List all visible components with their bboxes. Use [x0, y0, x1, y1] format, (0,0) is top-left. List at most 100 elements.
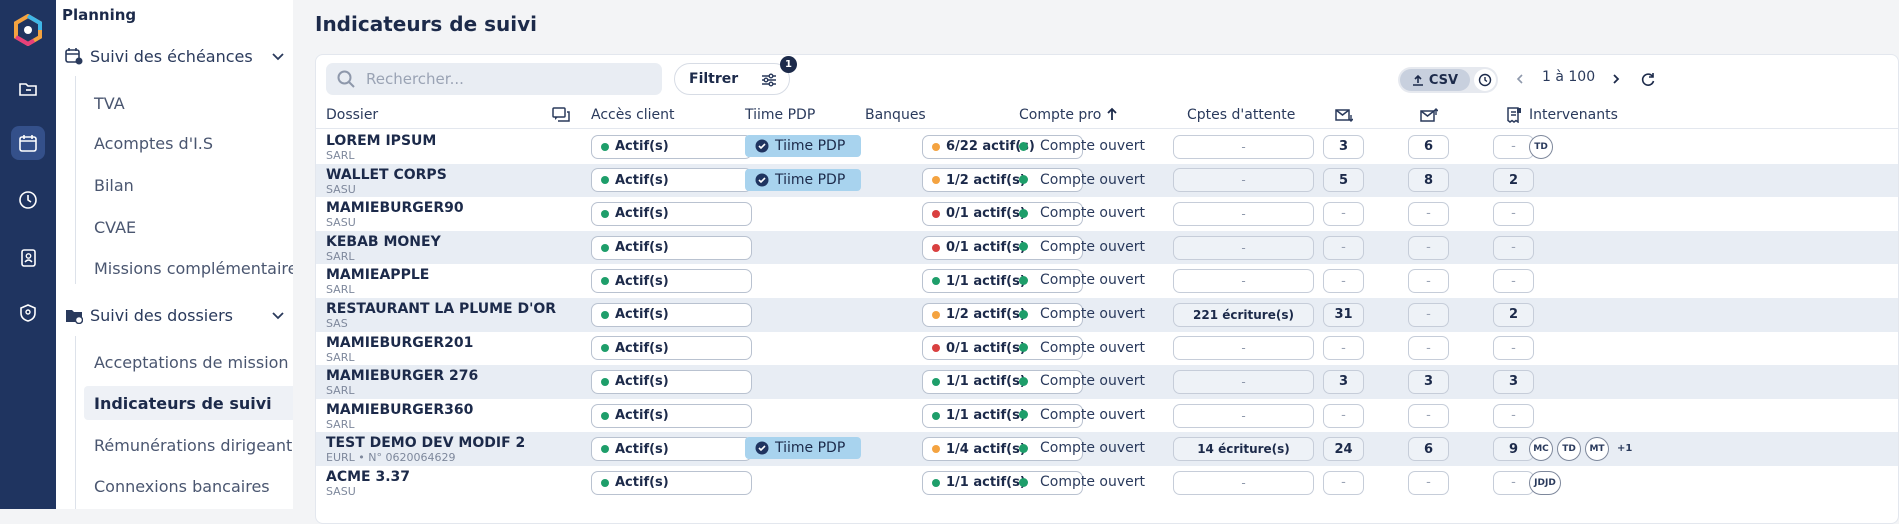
user-shield-nav-icon[interactable]: [11, 296, 45, 330]
table-row[interactable]: MAMIEBURGER90 SASU Actif(s) 0/1 actif(s) Com…: [316, 197, 1898, 231]
count-pill-c2[interactable]: 3: [1408, 369, 1449, 394]
comptes-attente-pill[interactable]: -: [1173, 336, 1314, 361]
count-pill-c1[interactable]: -: [1323, 403, 1364, 428]
comptes-attente-pill[interactable]: -: [1173, 168, 1314, 193]
count-pill-c2[interactable]: -: [1408, 403, 1449, 428]
dossier-name[interactable]: RESTAURANT LA PLUME D'OR: [326, 301, 556, 317]
prev-page-button[interactable]: [1510, 69, 1530, 89]
comptes-attente-pill[interactable]: -: [1173, 470, 1314, 495]
dossier-name[interactable]: MAMIEAPPLE: [326, 267, 429, 283]
count-pill-c2[interactable]: -: [1408, 470, 1449, 495]
comptes-attente-pill[interactable]: -: [1173, 201, 1314, 226]
table-row[interactable]: TEST DEMO DEV MODIF 2 EURL • N° 062006462…: [316, 432, 1898, 466]
acces-client-pill[interactable]: Actif(s): [591, 403, 752, 428]
count-pill-c2[interactable]: 6: [1408, 437, 1449, 462]
acces-client-pill[interactable]: Actif(s): [591, 269, 752, 294]
table-row[interactable]: RESTAURANT LA PLUME D'OR SAS Actif(s) 1/2 a…: [316, 298, 1898, 332]
acces-client-pill[interactable]: Actif(s): [591, 134, 752, 159]
count-pill-c3[interactable]: 9: [1493, 437, 1534, 462]
count-pill-c3[interactable]: 2: [1493, 302, 1534, 327]
col-comptes-attente[interactable]: Cptes d'attente: [1187, 107, 1295, 123]
table-row[interactable]: ACME 3.37 SASU Actif(s) 1/1 actif(s) Compte …: [316, 466, 1898, 500]
acces-client-pill[interactable]: Actif(s): [591, 235, 752, 260]
comments-icon[interactable]: [552, 107, 570, 123]
avatar[interactable]: JDJD: [1529, 471, 1561, 495]
avatar[interactable]: TD: [1529, 135, 1553, 159]
col-intervenants[interactable]: Intervenants: [1529, 107, 1618, 123]
comptes-attente-pill[interactable]: 221 écriture(s): [1173, 302, 1314, 327]
dossier-name[interactable]: LOREM IPSUM: [326, 133, 436, 149]
dossier-name[interactable]: WALLET CORPS: [326, 167, 447, 183]
export-history-button[interactable]: [1474, 69, 1496, 91]
filter-button[interactable]: Filtrer: [674, 63, 790, 95]
table-row[interactable]: MAMIEAPPLE SARL Actif(s) 1/1 actif(s) Compte…: [316, 264, 1898, 298]
table-row[interactable]: KEBAB MONEY SARL Actif(s) 0/1 actif(s) Compt…: [316, 230, 1898, 265]
dossier-name[interactable]: ACME 3.37: [326, 469, 410, 485]
count-pill-c2[interactable]: -: [1408, 235, 1449, 260]
more-avatars-count[interactable]: +1: [1617, 443, 1632, 454]
col-banques[interactable]: Banques: [865, 107, 926, 123]
sidebar-group-echeances[interactable]: Suivi des échéances: [64, 41, 286, 71]
dossier-name[interactable]: KEBAB MONEY: [326, 234, 441, 250]
col-acces-client[interactable]: Accès client: [591, 107, 675, 123]
comptes-attente-pill[interactable]: -: [1173, 134, 1314, 159]
sidebar-item-remunerations[interactable]: Rémunérations dirigeants: [84, 428, 293, 462]
search-input[interactable]: [366, 70, 646, 88]
count-pill-c1[interactable]: -: [1323, 235, 1364, 260]
sidebar-item-tva[interactable]: TVA: [84, 86, 293, 120]
refresh-button[interactable]: [1638, 69, 1658, 89]
sidebar-item-cvae[interactable]: CVAE: [84, 210, 293, 244]
table-row[interactable]: LOREM IPSUM SARL Actif(s) Tiime PDP 6/22 act…: [316, 130, 1898, 164]
mail-in-icon[interactable]: [1335, 107, 1353, 123]
count-pill-c2[interactable]: 6: [1408, 134, 1449, 159]
table-row[interactable]: MAMIEBURGER360 SARL Actif(s) 1/1 actif(s) Co…: [316, 399, 1898, 433]
acces-client-pill[interactable]: Actif(s): [591, 302, 752, 327]
avatar[interactable]: MC: [1529, 437, 1553, 462]
acces-client-pill[interactable]: Actif(s): [591, 336, 752, 361]
count-pill-c3[interactable]: -: [1493, 235, 1534, 260]
comptes-attente-pill[interactable]: -: [1173, 235, 1314, 260]
col-tiime-pdp[interactable]: Tiime PDP: [745, 107, 815, 123]
table-row[interactable]: MAMIEBURGER201 SARL Actif(s) 0/1 actif(s) Co…: [316, 332, 1898, 366]
csv-export-button[interactable]: CSV: [1400, 69, 1470, 91]
count-pill-c3[interactable]: -: [1493, 134, 1534, 159]
count-pill-c1[interactable]: -: [1323, 470, 1364, 495]
count-pill-c3[interactable]: 3: [1493, 369, 1534, 394]
count-pill-c3[interactable]: -: [1493, 336, 1534, 361]
acces-client-pill[interactable]: Actif(s): [591, 168, 752, 193]
count-pill-c1[interactable]: 5: [1323, 168, 1364, 193]
dossier-name[interactable]: MAMIEBURGER 276: [326, 368, 478, 384]
dossier-name[interactable]: TEST DEMO DEV MODIF 2: [326, 435, 525, 451]
count-pill-c3[interactable]: -: [1493, 403, 1534, 428]
count-pill-c1[interactable]: 3: [1323, 369, 1364, 394]
folder-nav-icon[interactable]: [11, 72, 45, 106]
count-pill-c2[interactable]: 8: [1408, 168, 1449, 193]
count-pill-c1[interactable]: -: [1323, 201, 1364, 226]
comptes-attente-pill[interactable]: -: [1173, 269, 1314, 294]
table-row[interactable]: WALLET CORPS SASU Actif(s) Tiime PDP 1/2 act…: [316, 163, 1898, 198]
acces-client-pill[interactable]: Actif(s): [591, 437, 752, 462]
sidebar-item-acceptations[interactable]: Acceptations de mission: [84, 345, 293, 379]
comptes-attente-pill[interactable]: -: [1173, 369, 1314, 394]
search-box[interactable]: [326, 63, 662, 95]
sidebar-item-bilan[interactable]: Bilan: [84, 168, 293, 202]
sidebar-group-dossiers[interactable]: Suivi des dossiers: [64, 300, 286, 330]
acces-client-pill[interactable]: Actif(s): [591, 470, 752, 495]
chevron-down-icon[interactable]: [270, 48, 286, 64]
count-pill-c1[interactable]: 31: [1323, 302, 1364, 327]
col-dossier[interactable]: Dossier: [326, 107, 378, 123]
comptes-attente-pill[interactable]: -: [1173, 403, 1314, 428]
clock-nav-icon[interactable]: [11, 183, 45, 217]
dossier-name[interactable]: MAMIEBURGER90: [326, 200, 464, 216]
planning-nav-icon[interactable]: [11, 126, 45, 160]
count-pill-c2[interactable]: -: [1408, 201, 1449, 226]
sidebar-item-connexions[interactable]: Connexions bancaires: [84, 469, 293, 503]
count-pill-c1[interactable]: -: [1323, 336, 1364, 361]
contacts-nav-icon[interactable]: [11, 241, 45, 275]
count-pill-c2[interactable]: -: [1408, 302, 1449, 327]
count-pill-c1[interactable]: 24: [1323, 437, 1364, 462]
next-page-button[interactable]: [1606, 69, 1626, 89]
sidebar-item-missions[interactable]: Missions complémentaires: [84, 251, 293, 285]
app-logo-icon[interactable]: [12, 14, 44, 46]
count-pill-c3[interactable]: 2: [1493, 168, 1534, 193]
